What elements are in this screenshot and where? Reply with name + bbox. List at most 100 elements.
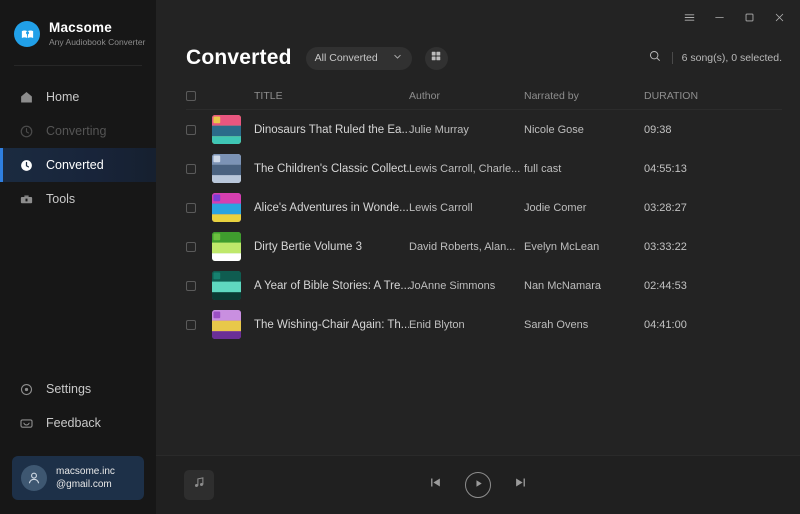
grid-view-icon — [430, 49, 442, 67]
sidebar-item-converted[interactable]: Converted — [0, 148, 156, 182]
next-track-button[interactable] — [513, 475, 528, 495]
now-playing-thumbnail[interactable] — [184, 470, 214, 500]
play-button[interactable] — [465, 472, 491, 498]
row-title: Alice's Adventures in Wonde... — [254, 201, 409, 214]
sidebar-item-label: Settings — [46, 382, 92, 396]
row-checkbox[interactable] — [186, 202, 212, 213]
player-bar — [156, 455, 800, 514]
checkbox-box — [186, 124, 196, 135]
play-icon — [473, 476, 484, 494]
sidebar-item-tools[interactable]: Tools — [0, 182, 156, 216]
column-header-author: Author — [409, 89, 440, 102]
gear-icon — [18, 381, 34, 397]
app-window: Macsome Any Audiobook Converter Home Con… — [0, 0, 800, 514]
checkbox-box — [186, 90, 196, 101]
album-artwork — [212, 232, 254, 261]
row-duration: 04:41:00 — [644, 318, 687, 331]
maximize-icon[interactable] — [734, 4, 764, 30]
column-header-duration: DURATION — [644, 89, 699, 102]
row-author: Lewis Carroll, Charle... — [409, 162, 521, 175]
sidebar-item-label: Converted — [46, 158, 104, 172]
row-author: David Roberts, Alan... — [409, 240, 516, 253]
row-author: Enid Blyton — [409, 318, 465, 331]
converted-table: TITLE Author Narrated by DURATION Dinosa… — [156, 82, 800, 455]
table-row[interactable]: Alice's Adventures in Wonde... Lewis Carr… — [186, 188, 782, 227]
song-count-text: 6 song(s), 0 selected. — [681, 52, 782, 64]
checkbox-box — [186, 319, 196, 330]
sidebar-nav: Home Converting Converted Tools — [0, 80, 156, 216]
close-icon[interactable] — [764, 4, 794, 30]
row-narrated-by: Jodie Comer — [524, 201, 587, 214]
column-header-narrated-by: Narrated by — [524, 89, 579, 102]
menu-icon[interactable] — [674, 4, 704, 30]
row-checkbox[interactable] — [186, 280, 212, 291]
account-email-line1: macsome.inc — [56, 466, 115, 477]
row-duration: 03:33:22 — [644, 240, 687, 253]
previous-track-icon — [428, 475, 443, 495]
row-author: Lewis Carroll — [409, 201, 473, 214]
search-button[interactable] — [644, 47, 666, 69]
chevron-down-icon — [392, 49, 403, 67]
minimize-icon[interactable] — [704, 4, 734, 30]
row-narrated-by: Sarah Ovens — [524, 318, 589, 331]
checkbox-box — [186, 202, 196, 213]
main-area: Converted All Converted 6 song(s), 0 sel… — [156, 0, 800, 514]
row-checkbox[interactable] — [186, 319, 212, 330]
brand-subtitle: Any Audiobook Converter — [49, 37, 146, 47]
row-checkbox[interactable] — [186, 163, 212, 174]
row-author: JoAnne Simmons — [409, 279, 496, 292]
sidebar-item-converting[interactable]: Converting — [0, 114, 156, 148]
home-icon — [18, 89, 34, 105]
row-narrated-by: Evelyn McLean — [524, 240, 600, 253]
row-duration: 09:38 — [644, 123, 672, 136]
account-button[interactable]: macsome.inc @gmail.com — [12, 456, 144, 500]
row-narrated-by: Nan McNamara — [524, 279, 602, 292]
converting-icon — [18, 123, 34, 139]
select-all-checkbox[interactable] — [186, 90, 212, 101]
album-artwork — [212, 271, 254, 300]
sidebar-item-label: Feedback — [46, 416, 101, 430]
row-narrated-by: full cast — [524, 162, 562, 175]
row-checkbox[interactable] — [186, 124, 212, 135]
page-title: Converted — [186, 46, 292, 69]
title-bar — [156, 0, 800, 34]
sidebar-item-label: Tools — [46, 192, 76, 206]
table-header-row: TITLE Author Narrated by DURATION — [186, 82, 782, 110]
row-title: Dirty Bertie Volume 3 — [254, 240, 363, 253]
row-author: Julie Murray — [409, 123, 469, 136]
account-email-line2: @gmail.com — [56, 479, 112, 490]
checkbox-box — [186, 280, 196, 291]
brand-name: Macsome — [49, 20, 112, 35]
checkbox-box — [186, 163, 196, 174]
header-separator — [671, 52, 673, 64]
sidebar-item-feedback[interactable]: Feedback — [0, 406, 156, 440]
column-header-title: TITLE — [254, 89, 283, 102]
table-row[interactable]: Dirty Bertie Volume 3 David Roberts, Alan… — [186, 227, 782, 266]
album-artwork — [212, 115, 254, 144]
sidebar: Macsome Any Audiobook Converter Home Con… — [0, 0, 156, 514]
audiobook-logo-icon — [14, 21, 40, 47]
sidebar-item-settings[interactable]: Settings — [0, 372, 156, 406]
sidebar-divider — [14, 65, 142, 66]
table-row[interactable]: Dinosaurs That Ruled the Ea... Julie Murr… — [186, 110, 782, 149]
header-right: 6 song(s), 0 selected. — [644, 47, 782, 69]
row-title: The Children's Classic Collect... — [254, 162, 409, 175]
album-artwork — [212, 193, 254, 222]
previous-track-button[interactable] — [428, 475, 443, 495]
sidebar-item-home[interactable]: Home — [0, 80, 156, 114]
music-note-icon — [192, 475, 207, 495]
row-checkbox[interactable] — [186, 241, 212, 252]
table-row[interactable]: The Children's Classic Collect... Lewis C… — [186, 149, 782, 188]
table-row[interactable]: A Year of Bible Stories: A Tre... JoAnne … — [186, 266, 782, 305]
filter-dropdown-value: All Converted — [314, 52, 378, 64]
checkbox-box — [186, 241, 196, 252]
toolbox-icon — [18, 191, 34, 207]
search-icon — [648, 49, 662, 68]
row-narrated-by: Nicole Gose — [524, 123, 584, 136]
table-row[interactable]: The Wishing-Chair Again: Th... Enid Blyto… — [186, 305, 782, 344]
filter-dropdown[interactable]: All Converted — [305, 46, 412, 70]
user-avatar-icon — [21, 465, 47, 491]
row-title: Dinosaurs That Ruled the Ea... — [254, 123, 409, 136]
grid-view-button[interactable] — [424, 46, 448, 70]
